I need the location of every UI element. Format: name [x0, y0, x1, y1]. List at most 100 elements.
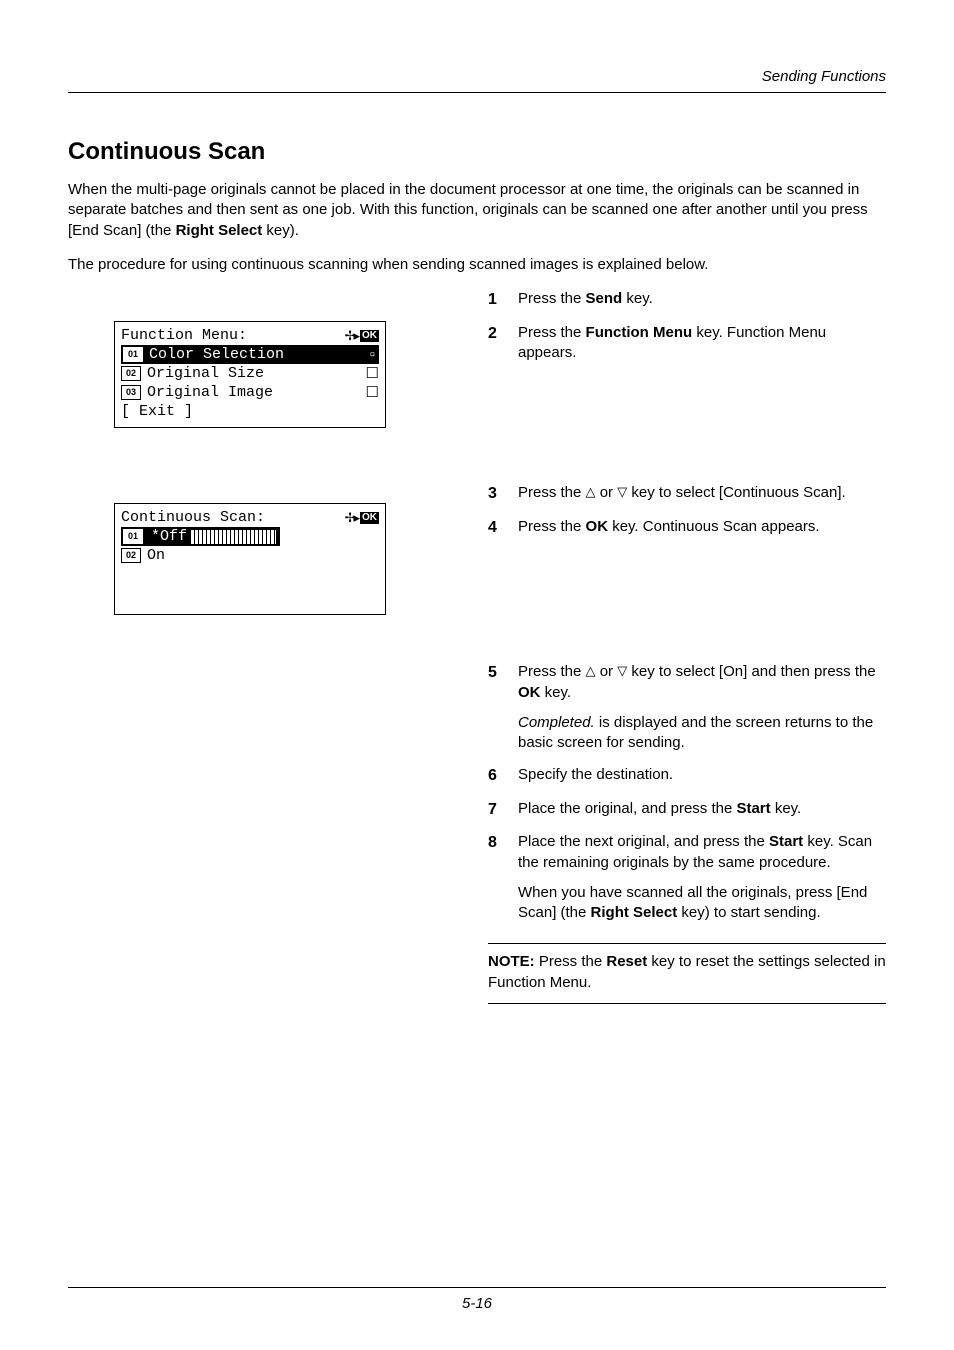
step-4-num: 4	[488, 517, 518, 539]
checkbox-icon: ▫	[370, 345, 375, 364]
up-triangle-icon: △	[586, 484, 596, 499]
lcd1-item-3-num: 03	[121, 385, 141, 400]
lcd1-item-2-label: Original Size	[147, 364, 264, 383]
ok-icon: OK	[360, 330, 379, 342]
step-3-num: 3	[488, 483, 518, 505]
intro-1c: key).	[262, 222, 299, 239]
page-number: 5-16	[0, 1295, 954, 1312]
step-8-body: Place the next original, and press the S…	[518, 832, 886, 923]
page-header: Sending Functions	[68, 68, 886, 110]
step-2-a: Press the	[518, 324, 586, 341]
ok-badge: ✢▸ OK	[345, 329, 379, 342]
step-1-a: Press the	[518, 290, 586, 307]
dpad-icon: ✢▸	[345, 511, 358, 524]
step-7-b: Start	[736, 800, 770, 817]
step-6-body: Specify the destination.	[518, 765, 886, 785]
step-3-a: Press the	[518, 484, 586, 501]
lcd-function-menu: Function Menu: ✢▸ OK 01 Color Selection …	[114, 321, 386, 428]
step-8-b: Start	[769, 833, 803, 850]
step-5-comp-a: Completed.	[518, 714, 595, 731]
step-4-c: key. Continuous Scan appears.	[608, 518, 820, 535]
step-8-e: Right Select	[591, 904, 678, 921]
lcd2-item-2: 02 On	[121, 546, 379, 565]
footer-rule	[68, 1287, 886, 1288]
step-5-completed: Completed. is displayed and the screen r…	[518, 713, 886, 754]
step-2: 2 Press the Function Menu key. Function …	[488, 323, 886, 364]
lcd1-title: Function Menu:	[121, 326, 247, 345]
step-1-c: key.	[622, 290, 653, 307]
step-4-body: Press the OK key. Continuous Scan appear…	[518, 517, 886, 537]
step-5-d: OK	[518, 684, 541, 701]
step-4: 4 Press the OK key. Continuous Scan appe…	[488, 517, 886, 539]
lcd2-item-1-num: 01	[123, 529, 143, 544]
step-7-body: Place the original, and press the Start …	[518, 799, 886, 819]
step-6: 6 Specify the destination.	[488, 765, 886, 787]
step-5-c: key to select [On] and then press the	[627, 663, 875, 680]
step-8: 8 Place the next original, and press the…	[488, 832, 886, 923]
step-7-a: Place the original, and press the	[518, 800, 736, 817]
lcd2-item-2-label: On	[147, 546, 165, 565]
step-1-num: 1	[488, 289, 518, 311]
steps: 1 Press the Send key. 2 Press the Functi…	[488, 289, 886, 1004]
lcd1-title-row: Function Menu: ✢▸ OK	[121, 326, 379, 345]
step-5-num: 5	[488, 662, 518, 684]
step-7-c: key.	[771, 800, 802, 817]
lcd1-item-1: 01 Color Selection ▫	[121, 345, 379, 364]
note-label: NOTE:	[488, 953, 535, 970]
header-title: Sending Functions	[762, 68, 886, 85]
lcd2-item-2-num: 02	[121, 548, 141, 563]
lcd2-title-row: Continuous Scan: ✢▸ OK	[121, 508, 379, 527]
dpad-icon: ✢▸	[345, 329, 358, 342]
step-1-b: Send	[586, 290, 623, 307]
header-rule	[68, 92, 886, 93]
intro-1b: Right Select	[176, 222, 263, 239]
lcd1-item-1-num: 01	[123, 347, 143, 362]
lcd1-item-2-num: 02	[121, 366, 141, 381]
step-8-sub: When you have scanned all the originals,…	[518, 883, 886, 924]
hatch-pattern-icon	[191, 530, 276, 544]
step-5-body: Press the △ or ▽ key to select [On] and …	[518, 662, 886, 753]
step-3-b: or	[596, 484, 618, 501]
up-triangle-icon: △	[586, 663, 596, 678]
checkbox-icon: ☐	[366, 364, 379, 383]
step-6-num: 6	[488, 765, 518, 787]
lcd1-item-2: 02 Original Size ☐	[121, 364, 379, 383]
step-2-num: 2	[488, 323, 518, 345]
lcd1-exit: [ Exit ]	[121, 402, 379, 421]
lcd1-item-3-label: Original Image	[147, 383, 273, 402]
step-7-num: 7	[488, 799, 518, 821]
step-5-b: or	[596, 663, 618, 680]
step-3-c: key to select [Continuous Scan].	[627, 484, 845, 501]
page: Sending Functions Continuous Scan When t…	[0, 0, 954, 1350]
lcd1-item-3: 03 Original Image ☐	[121, 383, 379, 402]
intro-paragraph-1: When the multi-page originals cannot be …	[68, 180, 886, 241]
down-triangle-icon: ▽	[617, 484, 627, 499]
lcd-continuous-scan: Continuous Scan: ✢▸ OK 01 *Off 02 On	[114, 503, 386, 615]
lcd2-item-1-label: *Off	[149, 527, 189, 546]
step-1-body: Press the Send key.	[518, 289, 886, 309]
note-block: NOTE: Press the Reset key to reset the s…	[488, 943, 886, 1004]
step-2-body: Press the Function Menu key. Function Me…	[518, 323, 886, 364]
step-8-a: Place the next original, and press the	[518, 833, 769, 850]
content-columns: Function Menu: ✢▸ OK 01 Color Selection …	[68, 289, 886, 1089]
step-2-b: Function Menu	[586, 324, 693, 341]
note-b: Reset	[606, 953, 647, 970]
step-3-body: Press the △ or ▽ key to select [Continuo…	[518, 483, 886, 503]
step-8-f: key) to start sending.	[677, 904, 820, 921]
step-8-num: 8	[488, 832, 518, 854]
lcd1-item-1-label: Color Selection	[149, 345, 284, 364]
step-7: 7 Place the original, and press the Star…	[488, 799, 886, 821]
ok-badge: ✢▸ OK	[345, 511, 379, 524]
ok-icon: OK	[360, 512, 379, 524]
section-title: Continuous Scan	[68, 138, 886, 166]
step-5: 5 Press the △ or ▽ key to select [On] an…	[488, 662, 886, 753]
lcd2-title: Continuous Scan:	[121, 508, 265, 527]
step-4-b: OK	[586, 518, 609, 535]
lcd2-item-1: 01 *Off	[121, 527, 280, 546]
checkbox-icon: ☐	[366, 383, 379, 402]
step-4-a: Press the	[518, 518, 586, 535]
step-5-a: Press the	[518, 663, 586, 680]
down-triangle-icon: ▽	[617, 663, 627, 678]
intro-paragraph-2: The procedure for using continuous scann…	[68, 255, 886, 275]
step-3: 3 Press the △ or ▽ key to select [Contin…	[488, 483, 886, 505]
